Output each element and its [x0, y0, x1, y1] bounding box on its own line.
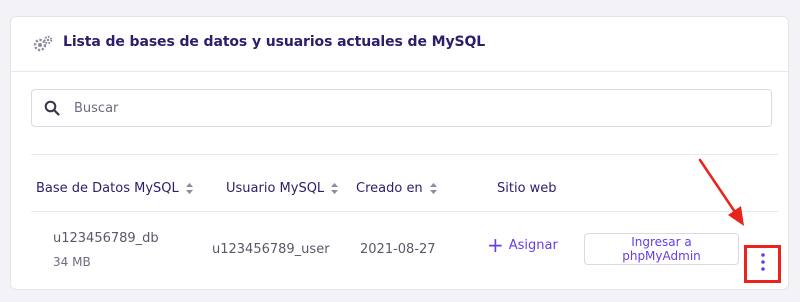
database-name: u123456789_db — [53, 231, 159, 246]
column-header-label: Sitio web — [497, 181, 557, 196]
sort-icon — [429, 183, 437, 194]
plus-icon: + — [487, 233, 504, 257]
search-icon — [44, 100, 60, 116]
column-header-label: Creado en — [356, 181, 423, 196]
card-header: Lista de bases de datos y usuarios actua… — [11, 17, 788, 72]
assign-website-button[interactable]: + Asignar — [487, 233, 558, 257]
phpmyadmin-button[interactable]: Ingresar a phpMyAdmin — [584, 233, 739, 265]
column-header-label: Base de Datos MySQL — [36, 181, 179, 196]
search-box[interactable] — [31, 89, 772, 127]
column-header-created[interactable]: Creado en — [356, 181, 437, 196]
column-header-website: Sitio web — [497, 181, 557, 196]
column-header-user[interactable]: Usuario MySQL — [226, 181, 339, 196]
kebab-menu-icon[interactable] — [757, 250, 769, 276]
sort-icon — [185, 183, 193, 194]
card-title: Lista de bases de datos y usuarios actua… — [63, 34, 486, 50]
table-top-divider — [31, 154, 778, 155]
mysql-user: u123456789_user — [212, 242, 330, 257]
sort-icon — [331, 183, 339, 194]
databases-card: Lista de bases de datos y usuarios actua… — [10, 16, 789, 290]
table-header-divider — [31, 211, 778, 212]
created-date: 2021-08-27 — [360, 242, 436, 257]
assign-label: Asignar — [508, 237, 558, 253]
search-input[interactable] — [74, 90, 754, 126]
column-header-database[interactable]: Base de Datos MySQL — [36, 181, 193, 196]
database-size: 34 MB — [53, 255, 91, 269]
gears-icon — [33, 35, 53, 52]
column-header-label: Usuario MySQL — [226, 181, 325, 196]
